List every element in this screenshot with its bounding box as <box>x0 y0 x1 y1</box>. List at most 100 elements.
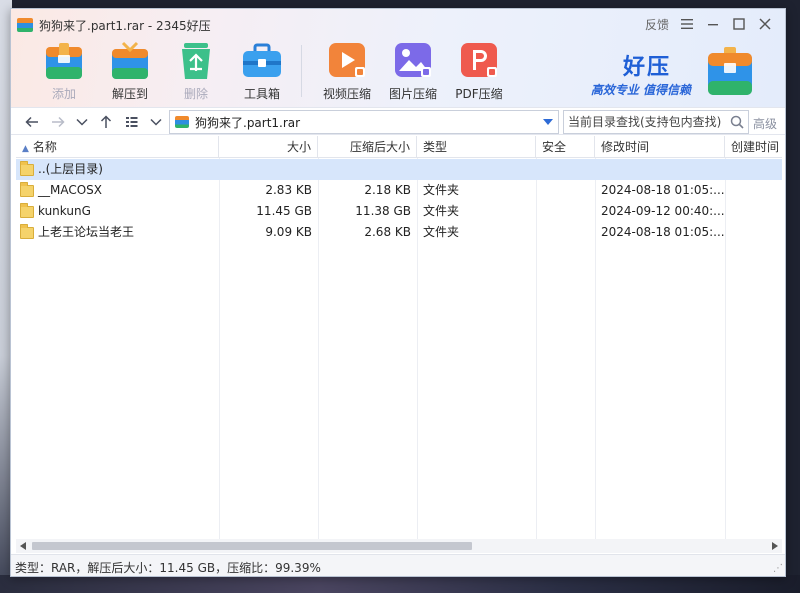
folder-icon <box>20 223 34 239</box>
row-name-text: 上老王论坛当老王 <box>38 225 135 239</box>
forward-button[interactable] <box>47 111 69 133</box>
delete-button[interactable]: 删除 <box>163 39 229 103</box>
status-bar: 类型：RAR，解压后大小：11.45 GB，压缩比：99.39% ⋰ <box>11 554 785 576</box>
table-row-parent-dir[interactable]: ..(上层目录) <box>16 159 782 180</box>
feedback-button[interactable]: 反馈 <box>641 13 673 35</box>
extract-to-button[interactable]: 解压到 <box>97 39 163 103</box>
cell-security <box>536 222 595 243</box>
view-mode-dropdown[interactable] <box>145 111 167 133</box>
toolbox-label: 工具箱 <box>243 87 280 101</box>
image-compress-label: 图片压缩 <box>388 87 437 101</box>
cell-packed: 2.18 KB <box>364 183 411 197</box>
status-text: 类型：RAR，解压后大小：11.45 GB，压缩比：99.39% <box>15 561 321 575</box>
table-row[interactable]: kunkunG 11.45 GB 11.38 GB 文件夹 2024-09-12… <box>16 201 782 222</box>
extract-to-label: 解压到 <box>111 87 148 101</box>
folder-icon <box>20 181 34 197</box>
search-button[interactable] <box>726 115 748 129</box>
row-name-text: ..(上层目录) <box>38 162 103 176</box>
column-security[interactable]: 安全 <box>536 136 595 158</box>
toolbar-divider <box>301 45 302 97</box>
path-text: 狗狗来了.part1.rar <box>195 115 301 130</box>
delete-label: 删除 <box>183 87 208 101</box>
pdf-compress-button[interactable]: PDF压缩 <box>446 39 512 103</box>
path-bar[interactable]: 狗狗来了.part1.rar <box>169 110 559 134</box>
video-compress-button[interactable]: 视频压缩 <box>314 39 380 103</box>
scroll-left-button[interactable] <box>16 539 30 553</box>
table-row[interactable]: __MACOSX 2.83 KB 2.18 KB 文件夹 2024-08-18 … <box>16 180 782 201</box>
video-compress-label: 视频压缩 <box>322 87 371 101</box>
cell-packed: 2.68 KB <box>364 225 411 239</box>
menu-button[interactable] <box>675 13 699 35</box>
navigation-bar: 狗狗来了.part1.rar 高级 <box>11 107 785 135</box>
cell-modified <box>595 159 725 180</box>
column-created[interactable]: 创建时间 <box>725 136 782 158</box>
video-compress-icon <box>325 39 369 81</box>
cell-security <box>536 180 595 201</box>
column-name[interactable]: ▲ 名称 <box>16 136 219 158</box>
column-size[interactable]: 大小 <box>219 136 318 158</box>
caret-down-icon <box>543 119 553 125</box>
pdf-compress-label: PDF压缩 <box>455 87 503 101</box>
maximize-button[interactable] <box>727 13 751 35</box>
scroll-right-button[interactable] <box>768 539 782 553</box>
delete-recycle-icon <box>174 39 218 81</box>
column-packed-size[interactable]: 压缩后大小 <box>318 136 417 158</box>
file-list: ▲ 名称 大小 压缩后大小 类型 安全 修改时间 创建时间 ..(上层目录) _… <box>16 136 782 539</box>
horizontal-scrollbar[interactable] <box>16 539 782 553</box>
arrow-up-icon <box>100 115 112 128</box>
add-button[interactable]: 添加 <box>31 39 97 103</box>
advanced-search-link[interactable]: 高级 <box>753 115 777 132</box>
back-button[interactable] <box>21 111 43 133</box>
cell-packed <box>318 159 417 180</box>
window-controls: 反馈 <box>641 13 777 35</box>
column-modified[interactable]: 修改时间 <box>595 136 725 158</box>
search-icon <box>730 115 744 129</box>
cell-size <box>219 159 318 180</box>
arrow-left-icon <box>25 116 38 128</box>
arrow-right-icon <box>52 116 65 128</box>
search-box <box>563 110 749 134</box>
add-archive-icon <box>42 39 86 81</box>
pdf-compress-icon <box>457 39 501 81</box>
resize-grip-icon[interactable]: ⋰ <box>773 563 783 574</box>
caret-left-icon <box>20 542 26 550</box>
path-dropdown-button[interactable] <box>538 119 558 125</box>
up-level-button[interactable] <box>95 111 117 133</box>
cell-name: ..(上层目录) <box>16 159 219 180</box>
cell-created <box>725 159 782 180</box>
archive-window: 狗狗来了.part1.rar - 2345好压 反馈 添加 解压到 删除 工具箱… <box>10 8 786 577</box>
window-header: 狗狗来了.part1.rar - 2345好压 反馈 添加 解压到 删除 工具箱… <box>11 9 785 107</box>
row-name-text: __MACOSX <box>38 183 103 197</box>
image-compress-button[interactable]: 图片压缩 <box>380 39 446 103</box>
column-type-label: 类型 <box>423 140 448 154</box>
row-name-text: kunkunG <box>38 204 91 218</box>
scroll-thumb[interactable] <box>32 542 472 550</box>
close-button[interactable] <box>753 13 777 35</box>
column-size-label: 大小 <box>286 140 311 154</box>
cell-name: kunkunG <box>16 201 219 222</box>
toolbox-button[interactable]: 工具箱 <box>229 39 295 103</box>
cell-modified: 2024-08-18 01:05:... <box>601 183 725 197</box>
list-view-icon <box>126 117 138 127</box>
column-modified-label: 修改时间 <box>601 140 650 154</box>
search-input[interactable] <box>564 112 726 132</box>
cell-modified: 2024-09-12 00:40:... <box>601 204 725 218</box>
cell-name: __MACOSX <box>16 180 219 201</box>
cell-size: 11.45 GB <box>256 204 312 218</box>
table-row[interactable]: 上老王论坛当老王 9.09 KB 2.68 KB 文件夹 2024-08-18 … <box>16 222 782 243</box>
cell-type: 文件夹 <box>423 225 460 239</box>
dropdown-history-button[interactable] <box>71 111 93 133</box>
image-compress-icon <box>391 39 435 81</box>
cell-name: 上老王论坛当老王 <box>16 222 219 243</box>
cell-packed: 11.38 GB <box>355 204 411 218</box>
maximize-icon <box>733 18 745 30</box>
minimize-icon <box>708 24 718 26</box>
sort-up-icon: ▲ <box>22 144 29 154</box>
column-type[interactable]: 类型 <box>417 136 536 158</box>
folder-icon <box>20 202 34 218</box>
brand-area: 好压 高效专业 值得信赖 <box>565 45 755 101</box>
brand-name: 好压 <box>622 55 671 80</box>
view-mode-button[interactable] <box>121 111 143 133</box>
minimize-button[interactable] <box>701 13 725 35</box>
extract-to-icon <box>108 39 152 81</box>
